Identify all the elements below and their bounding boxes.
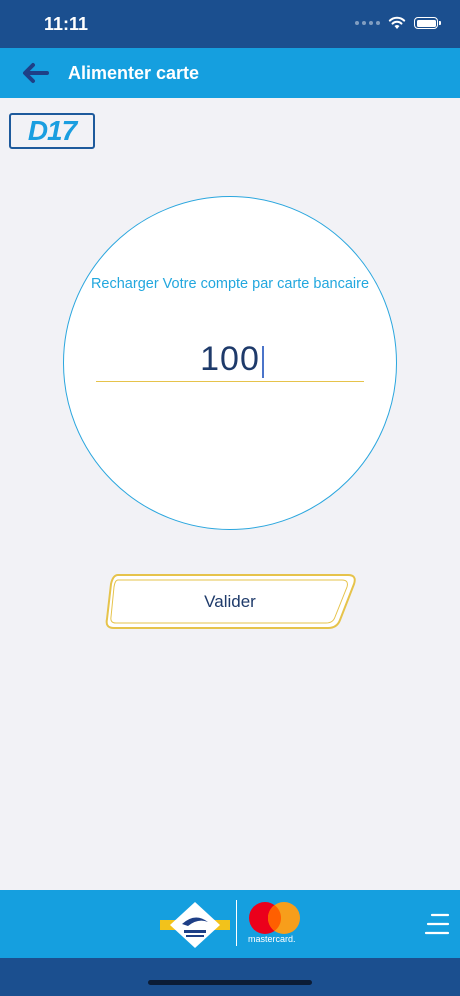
home-indicator-area: [0, 958, 460, 996]
mastercard-label: mastercard.: [248, 934, 296, 944]
menu-icon[interactable]: [424, 912, 450, 936]
cellular-signal-icon: [355, 21, 380, 25]
home-indicator[interactable]: [148, 980, 312, 985]
validate-button[interactable]: Valider: [102, 572, 358, 632]
page-title: Alimenter carte: [68, 63, 200, 83]
recharge-prompt: Recharger Votre compte par carte bancair…: [90, 276, 370, 292]
back-arrow-icon[interactable]: [20, 61, 50, 85]
status-time: 11:11: [44, 14, 89, 34]
mastercard-icon: [249, 902, 300, 934]
amount-input[interactable]: [96, 337, 364, 382]
battery-icon: [414, 17, 441, 29]
status-icons: [355, 16, 441, 30]
status-bar: 11:11: [0, 0, 460, 48]
bottom-bar: mastercard.: [0, 890, 460, 958]
logo-divider: [236, 900, 237, 946]
la-poste-logo-icon: [160, 902, 230, 948]
text-caret: [262, 346, 264, 378]
recharge-card: Recharger Votre compte par carte bancair…: [63, 196, 397, 530]
wifi-icon: [388, 16, 406, 29]
logo-text: D17: [27, 115, 77, 146]
validate-label: Valider: [204, 592, 256, 611]
d17-logo: D17: [9, 113, 95, 149]
nav-bar: Alimenter carte: [0, 48, 460, 98]
